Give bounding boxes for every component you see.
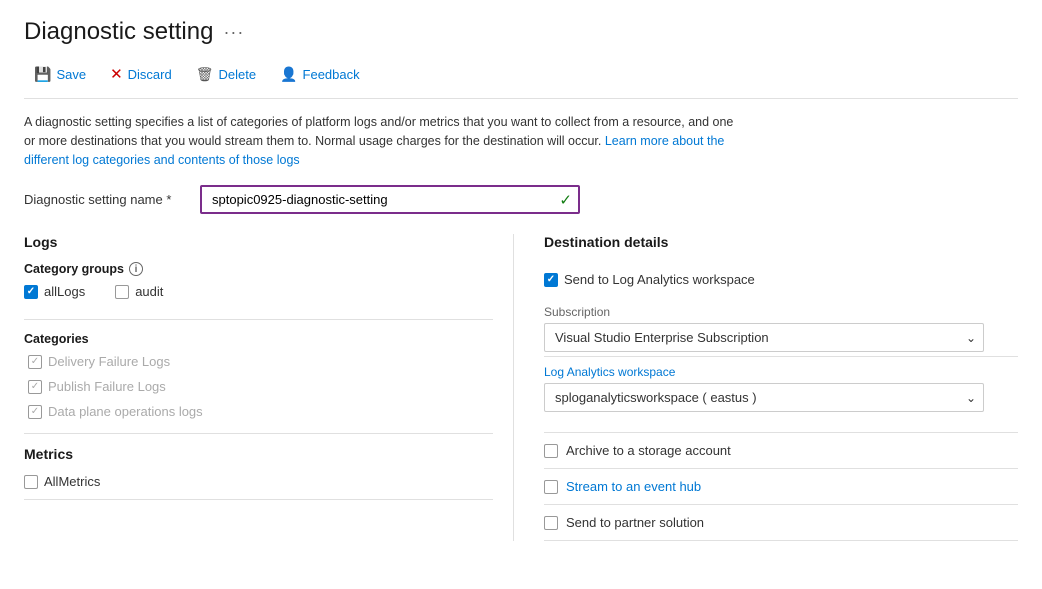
archive-storage-label: Archive to a storage account [566,443,731,458]
publish-failure-checkbox [28,380,42,394]
logs-section: Logs Category groups i allLogs audit [24,234,493,419]
allLogs-row: allLogs [24,284,85,299]
info-icon[interactable]: i [129,262,143,276]
main-content: Logs Category groups i allLogs audit [24,234,1018,541]
partner-solution-label: Send to partner solution [566,515,704,530]
feedback-button[interactable]: 👤 Feedback [270,61,370,88]
destination-section-title: Destination details [544,234,1018,250]
audit-label: audit [135,284,163,299]
send-to-analytics-label: Send to Log Analytics workspace [564,272,755,287]
categories-metrics-divider [24,433,493,434]
categories-label: Categories [24,332,493,346]
workspace-field: Log Analytics workspace sploganalyticswo… [544,357,1018,422]
page-title: Diagnostic setting [24,18,213,46]
setting-name-input-wrapper: ✓ [200,185,580,214]
delete-label: Delete [219,67,257,82]
stream-event-hub-row: Stream to an event hub [544,469,1018,505]
left-panel: Logs Category groups i allLogs audit [24,234,514,541]
archive-storage-row: Archive to a storage account [544,433,1018,469]
allMetrics-checkbox[interactable] [24,475,38,489]
subscription-label: Subscription [544,305,1018,319]
feedback-label: Feedback [303,67,360,82]
setting-name-row: Diagnostic setting name * ✓ [24,185,1018,214]
feedback-icon: 👤 [280,66,297,83]
workspace-select[interactable]: sploganalyticsworkspace ( eastus ) [544,383,984,412]
metrics-section-title: Metrics [24,446,493,462]
data-plane-label: Data plane operations logs [48,404,203,419]
toolbar: 💾 Save ✕ Discard 🗑 Delete 👤 Feedback [24,60,1018,99]
input-valid-icon: ✓ [559,191,572,209]
data-plane-checkbox [28,405,42,419]
send-to-analytics-checkbox[interactable] [544,273,558,287]
metrics-section: Metrics AllMetrics [24,446,493,489]
discard-label: Discard [128,67,172,82]
setting-name-input[interactable] [200,185,580,214]
stream-event-hub-checkbox[interactable] [544,480,558,494]
audit-row: audit [115,284,163,299]
categories-title-text: Categories [24,332,89,346]
delete-icon: 🗑 [196,66,214,83]
publish-failure-label: Publish Failure Logs [48,379,166,394]
category-groups-row: allLogs audit [24,284,493,305]
discard-button[interactable]: ✕ Discard [100,60,182,88]
metrics-bottom-divider [24,499,493,500]
discard-icon: ✕ [110,65,123,83]
categories-section: Categories Delivery Failure Logs Publish… [24,332,493,419]
save-button[interactable]: 💾 Save [24,61,96,88]
save-label: Save [56,67,86,82]
workspace-select-wrapper: sploganalyticsworkspace ( eastus ) ⌄ [544,383,984,412]
publish-failure-row: Publish Failure Logs [24,379,493,394]
partner-solution-row: Send to partner solution [544,505,1018,541]
logs-section-title: Logs [24,234,493,250]
partner-solution-checkbox[interactable] [544,516,558,530]
allMetrics-row: AllMetrics [24,474,493,489]
allLogs-label: allLogs [44,284,85,299]
data-plane-row: Data plane operations logs [24,404,493,419]
delivery-failure-checkbox [28,355,42,369]
logs-divider [24,319,493,320]
setting-name-label: Diagnostic setting name * [24,192,184,207]
subscription-select-wrapper: Visual Studio Enterprise Subscription ⌄ [544,323,984,352]
delete-button[interactable]: 🗑 Delete [186,61,266,88]
ellipsis-menu-button[interactable]: ··· [223,22,244,43]
send-to-analytics-row: Send to Log Analytics workspace [544,272,1018,287]
category-groups-label: Category groups [24,262,124,276]
allMetrics-label: AllMetrics [44,474,100,489]
analytics-subfields: Subscription Visual Studio Enterprise Su… [544,297,1018,357]
save-icon: 💾 [34,66,51,83]
delivery-failure-row: Delivery Failure Logs [24,354,493,369]
delivery-failure-label: Delivery Failure Logs [48,354,170,369]
description-block: A diagnostic setting specifies a list of… [24,113,744,169]
audit-checkbox[interactable] [115,285,129,299]
stream-event-hub-label[interactable]: Stream to an event hub [566,479,701,494]
title-row: Diagnostic setting ··· [24,18,1018,46]
subscription-select[interactable]: Visual Studio Enterprise Subscription [544,323,984,352]
send-to-analytics-section: Send to Log Analytics workspace Subscrip… [544,262,1018,433]
page-container: Diagnostic setting ··· 💾 Save ✕ Discard … [0,0,1042,565]
archive-storage-checkbox[interactable] [544,444,558,458]
allLogs-checkbox[interactable] [24,285,38,299]
category-groups-title: Category groups i [24,262,493,276]
right-panel: Destination details Send to Log Analytic… [514,234,1018,541]
workspace-label: Log Analytics workspace [544,365,1018,379]
